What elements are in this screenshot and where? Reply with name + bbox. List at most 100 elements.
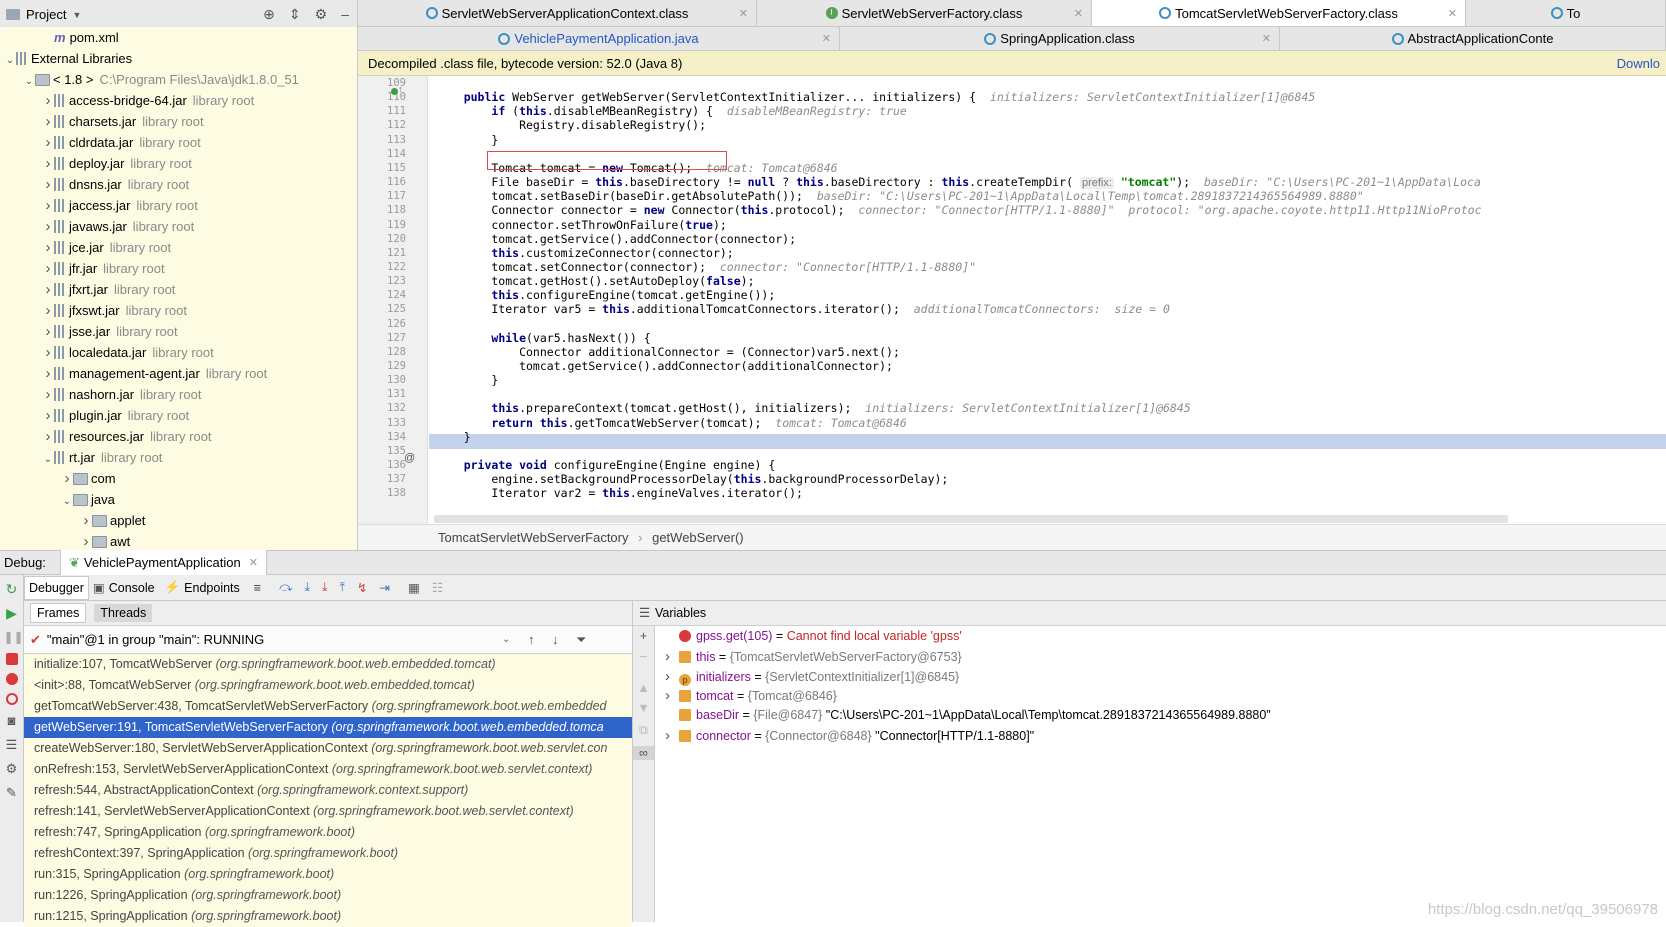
variable-row[interactable]: ›this = {TomcatServletWebServerFactory@6… (665, 646, 962, 667)
breadcrumb-method[interactable]: getWebServer() (652, 530, 744, 545)
stack-frame[interactable]: refresh:747, SpringApplication (org.spri… (24, 822, 632, 843)
chevron-down-icon[interactable]: ⌄ (61, 491, 73, 512)
stack-frame[interactable]: refresh:544, AbstractApplicationContext … (24, 780, 632, 801)
menu-icon[interactable]: ≡ (254, 581, 261, 595)
tree-item[interactable]: ›localedata.jarlibrary root (0, 342, 358, 363)
down-icon[interactable]: ▼ (633, 701, 654, 715)
stack-frame[interactable]: run:1226, SpringApplication (org.springf… (24, 885, 632, 906)
stack-frame[interactable]: onRefresh:153, ServletWebServerApplicati… (24, 759, 632, 780)
gear-icon[interactable]: ⚙ (315, 6, 328, 23)
tree-item[interactable]: ›jfxswt.jarlibrary root (0, 300, 358, 321)
close-icon[interactable]: ✕ (1448, 7, 1457, 20)
view-breakpoints-icon[interactable] (6, 673, 18, 685)
breakpoint-icon[interactable] (391, 88, 398, 95)
stack-frame[interactable]: refresh:141, ServletWebServerApplication… (24, 801, 632, 822)
chevron-right-icon[interactable]: › (80, 510, 92, 531)
pin-icon[interactable]: ✎ (4, 785, 20, 801)
layout-icon[interactable]: ☰ (4, 737, 20, 753)
close-icon[interactable]: ✕ (1074, 7, 1083, 20)
chevron-right-icon[interactable]: › (42, 237, 54, 258)
chevron-down-icon[interactable]: ⌄ (42, 449, 54, 470)
tab-console[interactable]: Console (109, 581, 155, 595)
chevron-right-icon[interactable]: › (665, 666, 679, 687)
evaluate-icon[interactable]: ▦ (408, 580, 420, 595)
chevron-right-icon[interactable]: › (42, 111, 54, 132)
stack-frame[interactable]: createWebServer:180, ServletWebServerApp… (24, 738, 632, 759)
tree-item[interactable]: ›access-bridge-64.jarlibrary root (0, 90, 358, 111)
tree-item[interactable]: ›jaccess.jarlibrary root (0, 195, 358, 216)
chevron-right-icon[interactable]: › (42, 216, 54, 237)
download-link[interactable]: Downlo (1617, 51, 1660, 76)
camera-icon[interactable]: ◙ (4, 713, 20, 729)
variable-row[interactable]: ›connector = {Connector@6848} "Connector… (665, 725, 1034, 746)
variable-row[interactable]: ›pinitializers = {ServletContextInitiali… (665, 666, 959, 687)
remove-icon[interactable]: – (633, 649, 654, 663)
variable-row[interactable]: baseDir = {File@6847} "C:\Users\PC-201~1… (665, 705, 1271, 726)
editor-tab[interactable]: ServletWebServerApplicationContext.class… (358, 0, 757, 26)
target-icon[interactable]: ⊕ (263, 6, 275, 23)
chevron-right-icon[interactable]: › (42, 258, 54, 279)
stack-frame[interactable]: getTomcatWebServer:438, TomcatServletWeb… (24, 696, 632, 717)
tree-item[interactable]: ›jfr.jarlibrary root (0, 258, 358, 279)
chevron-right-icon[interactable]: › (42, 174, 54, 195)
rerun-icon[interactable]: ↻ (4, 581, 20, 597)
chevron-right-icon[interactable]: › (42, 342, 54, 363)
chevron-right-icon[interactable]: › (42, 321, 54, 342)
stack-frame[interactable]: <init>:88, TomcatWebServer (org.springfr… (24, 675, 632, 696)
chevron-right-icon[interactable]: › (665, 646, 679, 667)
close-icon[interactable]: ✕ (739, 7, 748, 20)
filter-icon[interactable]: ⏷ (576, 632, 586, 648)
tree-item[interactable]: ›deploy.jarlibrary root (0, 153, 358, 174)
drop-frame-icon[interactable]: ↯ (357, 580, 367, 595)
tree-item[interactable]: ›awt (0, 531, 358, 552)
close-icon[interactable]: ✕ (249, 556, 258, 569)
chevron-right-icon[interactable]: › (42, 153, 54, 174)
tree-item[interactable]: ›jce.jarlibrary root (0, 237, 358, 258)
chevron-down-icon[interactable]: ⌄ (502, 634, 510, 645)
tab-endpoints[interactable]: Endpoints (184, 581, 240, 595)
variable-row[interactable]: ›tomcat = {Tomcat@6846} (665, 685, 837, 706)
chevron-right-icon[interactable]: › (42, 132, 54, 153)
tree-item[interactable]: ›javaws.jarlibrary root (0, 216, 358, 237)
chevron-right-icon[interactable]: › (42, 195, 54, 216)
down-arrow-icon[interactable]: ↓ (552, 632, 559, 647)
tree-item[interactable]: ›plugin.jarlibrary root (0, 405, 358, 426)
stop-icon[interactable] (6, 653, 18, 665)
pause-icon[interactable]: ❚❚ (4, 629, 20, 645)
collapse-icon[interactable]: ⇕ (289, 6, 301, 23)
chevron-right-icon[interactable]: › (665, 725, 679, 746)
tree-item[interactable]: ›nashorn.jarlibrary root (0, 384, 358, 405)
editor-tab[interactable]: VehiclePaymentApplication.java✕ (358, 27, 840, 50)
chevron-right-icon[interactable]: › (42, 279, 54, 300)
tree-item[interactable]: ›jfxrt.jarlibrary root (0, 279, 358, 300)
chevron-right-icon[interactable]: › (42, 405, 54, 426)
tree-item[interactable]: mpom.xml (0, 27, 358, 48)
tree-item[interactable]: ›cldrdata.jarlibrary root (0, 132, 358, 153)
settings-icon[interactable]: ⚙ (4, 761, 20, 777)
stack-frame[interactable]: run:315, SpringApplication (org.springfr… (24, 864, 632, 885)
tree-item[interactable]: ›management-agent.jarlibrary root (0, 363, 358, 384)
tree-item[interactable]: ›charsets.jarlibrary root (0, 111, 358, 132)
glasses-icon[interactable]: ∞ (633, 746, 654, 760)
variable-row[interactable]: gpss.get(105) = Cannot find local variab… (665, 626, 962, 647)
tree-item[interactable]: ›resources.jarlibrary root (0, 426, 358, 447)
add-icon[interactable]: + (633, 629, 654, 643)
step-into-icon[interactable]: ⤓ (304, 580, 310, 595)
chevron-down-icon[interactable]: ▼ (72, 10, 81, 20)
step-over-icon[interactable]: ⤼ (279, 580, 292, 595)
editor-tab[interactable]: To (1466, 0, 1666, 26)
step-out-icon[interactable]: ⤒ (340, 580, 346, 595)
tree-item[interactable]: ›com (0, 468, 358, 489)
chevron-right-icon[interactable]: › (42, 426, 54, 447)
resume-icon[interactable]: ▶ (4, 605, 20, 621)
tree-item[interactable]: ⌄< 1.8 >C:\Program Files\Java\jdk1.8.0_5… (0, 69, 358, 90)
tree-item[interactable]: ›applet (0, 510, 358, 531)
editor-tab[interactable]: TomcatServletWebServerFactory.class✕ (1092, 0, 1466, 26)
stack-frame[interactable]: refreshContext:397, SpringApplication (o… (24, 843, 632, 864)
minimize-icon[interactable]: – (341, 6, 349, 23)
close-icon[interactable]: ✕ (1262, 32, 1271, 45)
horizontal-scrollbar[interactable] (434, 515, 1508, 523)
chevron-down-icon[interactable]: ⌄ (4, 50, 16, 71)
stack-frame[interactable]: getWebServer:191, TomcatServletWebServer… (24, 717, 632, 738)
chevron-right-icon[interactable]: › (61, 468, 73, 489)
